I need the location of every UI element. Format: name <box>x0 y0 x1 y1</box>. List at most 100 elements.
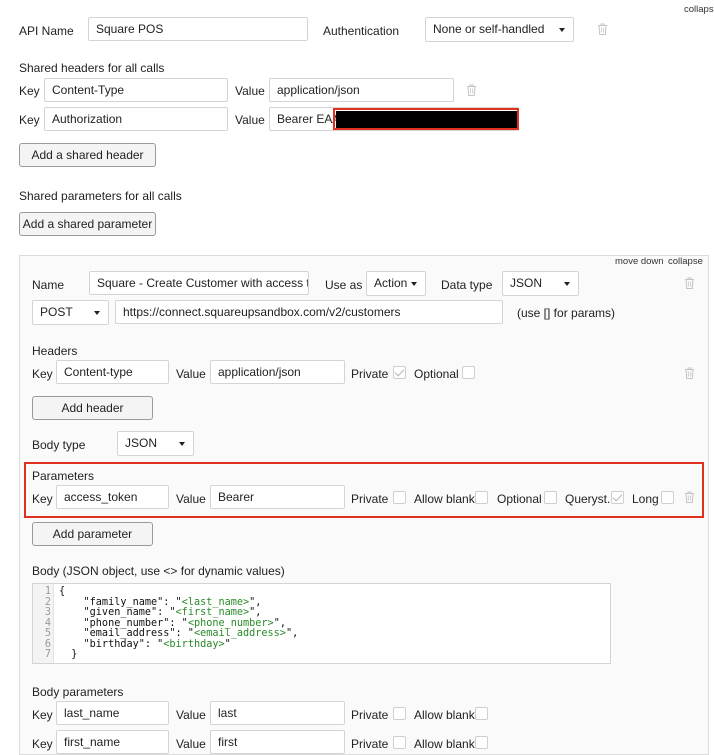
param-long-checkbox[interactable] <box>661 491 674 504</box>
shared-header-key-label: Key <box>19 113 40 127</box>
dynamic-value: <first_name> <box>175 607 250 618</box>
http-method-select[interactable]: POST <box>32 300 109 325</box>
http-method-value: POST <box>40 305 73 319</box>
code-text: ", <box>249 596 262 608</box>
body-param-key-label: Key <box>32 737 53 751</box>
chevron-down-icon <box>179 442 185 446</box>
shared-header-key-input[interactable]: Content-Type <box>44 78 228 102</box>
url-input[interactable]: https://connect.squareupsandbox.com/v2/c… <box>115 300 503 324</box>
trash-icon[interactable] <box>597 23 608 35</box>
code-text: "phone_number": " <box>59 617 188 629</box>
body-type-value: JSON <box>125 436 158 450</box>
highlight-box <box>333 108 519 130</box>
body-param-value-label: Value <box>176 737 206 751</box>
api-name-input[interactable]: Square POS <box>88 17 308 41</box>
shared-header-value-input[interactable]: application/json <box>269 78 454 102</box>
header-private-checkbox[interactable] <box>393 366 406 379</box>
code-text: ", <box>285 628 299 639</box>
url-hint: (use [] for params) <box>517 306 616 320</box>
authentication-select[interactable]: None or self-handled <box>425 17 574 42</box>
authentication-value: None or self-handled <box>433 22 545 36</box>
body-param-allow-blank-checkbox[interactable] <box>475 736 488 749</box>
add-shared-header-button[interactable]: Add a shared header <box>19 143 156 167</box>
body-param-allow-blank-checkbox[interactable] <box>475 707 488 720</box>
param-value-input[interactable]: Bearer <box>210 485 345 509</box>
param-queryst-label: Queryst. <box>565 492 611 506</box>
move-down-link[interactable]: move down <box>615 256 664 267</box>
collapse-link[interactable]: collapse <box>684 4 714 15</box>
code-text: ", <box>273 617 286 629</box>
code-line: "birthday": "<birthday>" <box>59 638 231 651</box>
header-key-input[interactable]: Content-type <box>56 360 169 384</box>
shared-headers-title: Shared headers for all calls <box>19 61 165 75</box>
shared-header-key-label: Key <box>19 84 40 98</box>
collapse-call-link[interactable]: collapse <box>668 256 703 267</box>
trash-icon[interactable] <box>684 277 695 289</box>
trash-icon[interactable] <box>684 491 695 503</box>
data-type-value: JSON <box>510 276 543 290</box>
param-key-label: Key <box>32 492 53 506</box>
add-parameter-button[interactable]: Add parameter <box>32 522 153 546</box>
header-optional-checkbox[interactable] <box>462 366 475 379</box>
code-text: "birthday": " <box>59 638 164 650</box>
code-text: } <box>59 649 78 660</box>
code-text: ", <box>249 607 262 618</box>
chevron-down-icon <box>564 282 570 286</box>
header-value-label: Value <box>176 367 206 381</box>
dynamic-value: <birthday> <box>163 638 225 650</box>
body-param-private-checkbox[interactable] <box>393 707 406 720</box>
body-param-value-label: Value <box>176 708 206 722</box>
chevron-down-icon <box>559 28 565 32</box>
param-optional-checkbox[interactable] <box>544 491 557 504</box>
headers-title: Headers <box>32 344 78 358</box>
add-shared-parameter-button[interactable]: Add a shared parameter <box>19 212 156 236</box>
param-allow-blank-label: Allow blank <box>414 492 475 506</box>
code-text: "given_name": " <box>59 607 176 618</box>
body-param-private-label: Private <box>351 737 389 751</box>
shared-header-value-label: Value <box>235 113 265 127</box>
shared-header-key-input[interactable]: Authorization <box>44 107 228 131</box>
body-type-label: Body type <box>32 438 86 452</box>
param-optional-label: Optional <box>497 492 542 506</box>
body-type-select[interactable]: JSON <box>117 431 194 456</box>
code-text: " <box>224 638 231 650</box>
param-queryst-checkbox[interactable] <box>611 491 624 504</box>
param-private-label: Private <box>351 492 389 506</box>
chevron-down-icon <box>94 311 100 315</box>
parameters-title: Parameters <box>32 469 95 483</box>
param-key-input[interactable]: access_token <box>56 485 169 509</box>
code-text: "family_name": " <box>59 596 182 608</box>
chevron-down-icon <box>411 282 417 286</box>
line-number-gutter: 1234567 <box>33 584 54 663</box>
line-number: 7 <box>44 649 51 660</box>
code-line: } <box>59 649 78 661</box>
call-name-label: Name <box>32 278 65 292</box>
body-param-value-input[interactable]: first <box>210 730 345 754</box>
body-param-key-input[interactable]: last_name <box>56 701 169 725</box>
dynamic-value: <last_name> <box>181 596 250 608</box>
header-value-input[interactable]: application/json <box>210 360 345 384</box>
body-param-private-checkbox[interactable] <box>393 736 406 749</box>
param-private-checkbox[interactable] <box>393 491 406 504</box>
body-param-allow-blank-label: Allow blank <box>414 737 475 751</box>
code-text: { <box>59 586 66 597</box>
body-label: Body (JSON object, use <> for dynamic va… <box>32 564 285 578</box>
body-parameters-title: Body parameters <box>32 685 124 699</box>
trash-icon[interactable] <box>466 84 477 96</box>
param-allow-blank-checkbox[interactable] <box>475 491 488 504</box>
body-param-private-label: Private <box>351 708 389 722</box>
header-optional-label: Optional <box>414 367 459 381</box>
data-type-select[interactable]: JSON <box>502 271 579 296</box>
body-param-key-label: Key <box>32 708 53 722</box>
use-as-select[interactable]: Action <box>366 271 426 296</box>
body-param-allow-blank-label: Allow blank <box>414 708 475 722</box>
body-param-value-input[interactable]: last <box>210 701 345 725</box>
trash-icon[interactable] <box>684 367 695 379</box>
call-name-input[interactable]: Square - Create Customer with access tok… <box>89 271 309 295</box>
body-param-key-input[interactable]: first_name <box>56 730 169 754</box>
authentication-label: Authentication <box>323 24 400 38</box>
json-body-editor[interactable]: 1234567 { "family_name": "<last_name>", … <box>32 583 611 664</box>
shared-header-value-label: Value <box>235 84 265 98</box>
add-header-button[interactable]: Add header <box>32 396 153 420</box>
line-number: 1 <box>44 586 51 597</box>
